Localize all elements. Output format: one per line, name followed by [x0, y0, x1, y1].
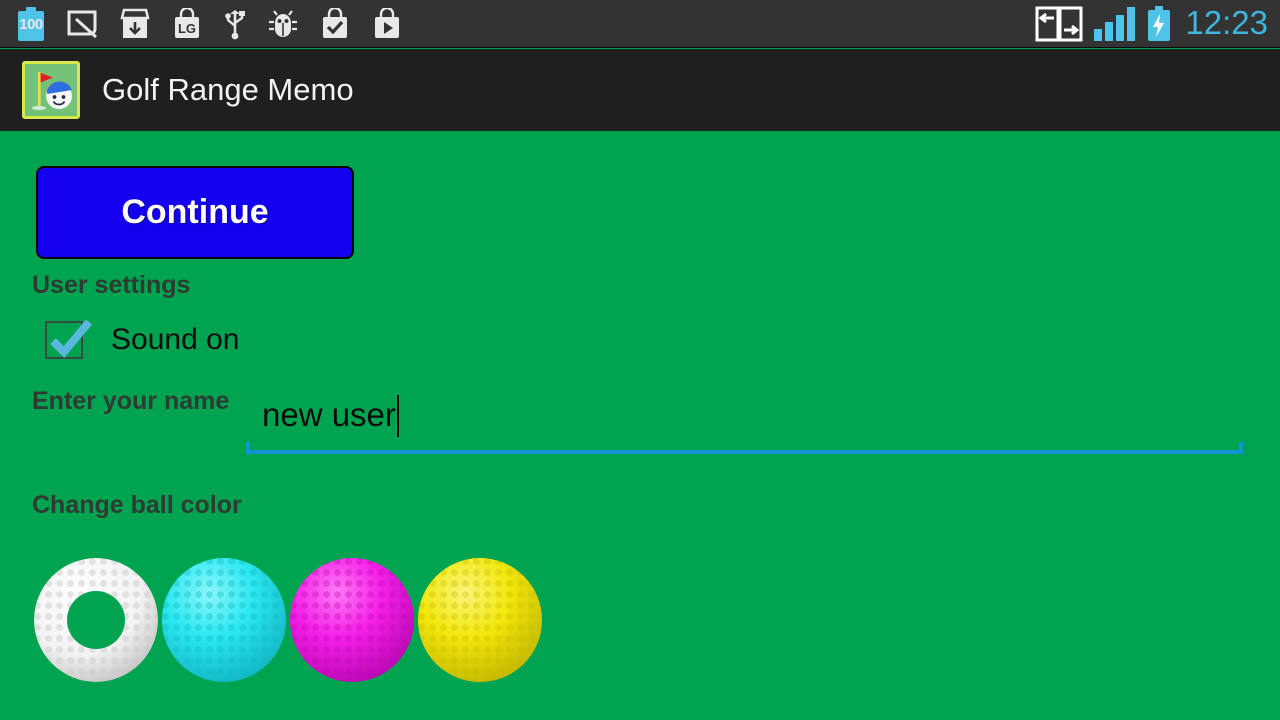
sound-on-checkbox[interactable] — [45, 319, 93, 359]
ball-color-cyan[interactable] — [160, 556, 288, 684]
check-bag-icon — [323, 7, 347, 38]
download-box-icon — [120, 8, 150, 38]
text-cursor — [397, 395, 399, 437]
lg-bag-icon: LG — [175, 7, 199, 38]
screenshot-icon — [67, 10, 98, 38]
name-input-field[interactable]: new user — [246, 393, 1243, 455]
signal-bars-icon — [1094, 6, 1136, 41]
ball-color-yellow[interactable] — [416, 556, 544, 684]
user-settings-heading: User settings — [32, 271, 191, 299]
status-bar-left-icons: 100 LG — [0, 6, 402, 41]
app-title-text: Golf Range Memo — [102, 72, 354, 107]
main-content: Continue User settings Sound on Enter yo… — [0, 131, 1280, 720]
status-bar-right-icons: 12:23 — [1035, 0, 1268, 47]
name-input-value: new user — [262, 396, 396, 433]
sound-setting-row[interactable]: Sound on — [45, 319, 240, 359]
change-ball-color-heading: Change ball color — [32, 491, 242, 519]
sound-on-label: Sound on — [111, 323, 240, 356]
battery-charging-icon — [1148, 5, 1171, 41]
ball-color-magenta[interactable] — [288, 556, 416, 684]
battery-level-text: 100 — [19, 15, 43, 33]
usb-icon — [225, 9, 245, 39]
status-bar-clock: 12:23 — [1185, 3, 1268, 41]
svg-text:LG: LG — [178, 21, 196, 36]
status-bar: 100 LG 12:23 — [0, 0, 1280, 48]
continue-button[interactable]: Continue — [36, 166, 354, 259]
bug-icon — [269, 9, 297, 37]
ball-color-options — [32, 556, 544, 684]
battery-100-icon: 100 — [18, 6, 44, 41]
golf-range-memo-app-icon — [22, 61, 80, 119]
name-input-underline — [246, 442, 1243, 454]
enter-name-label: Enter your name — [32, 387, 230, 415]
android-screen: 100 LG 12:23 Golf Range Memo Continue Us… — [0, 0, 1280, 720]
app-title-bar: Golf Range Memo — [0, 49, 1280, 131]
ball-color-white[interactable] — [32, 556, 160, 684]
play-bag-icon — [375, 7, 399, 38]
data-transfer-icon — [1035, 6, 1083, 41]
